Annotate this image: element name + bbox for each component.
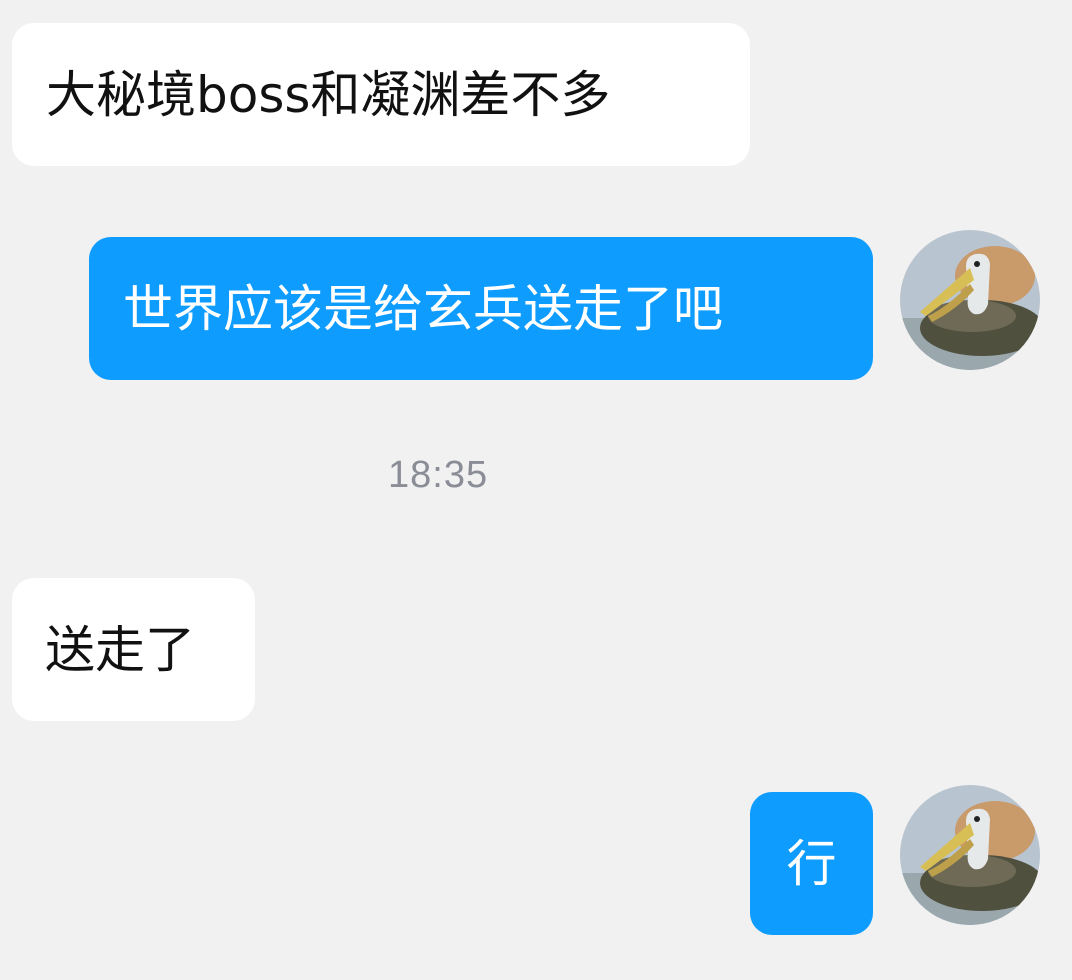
message-bubble-incoming[interactable]: 送走了	[12, 578, 255, 721]
pelican-avatar-icon	[900, 230, 1040, 370]
message-bubble-incoming[interactable]: 大秘境boss和凝渊差不多	[12, 23, 750, 166]
message-text: 送走了	[45, 620, 195, 679]
user-avatar[interactable]	[900, 785, 1040, 925]
message-text: 世界应该是给玄兵送走了吧	[123, 279, 723, 338]
user-avatar[interactable]	[900, 230, 1040, 370]
message-text: 大秘境boss和凝渊差不多	[46, 65, 611, 124]
pelican-avatar-icon	[900, 785, 1040, 925]
message-text: 行	[786, 834, 837, 893]
message-bubble-outgoing[interactable]: 世界应该是给玄兵送走了吧	[89, 237, 873, 380]
timestamp: 18:35	[388, 454, 489, 496]
message-bubble-outgoing[interactable]: 行	[750, 792, 873, 935]
